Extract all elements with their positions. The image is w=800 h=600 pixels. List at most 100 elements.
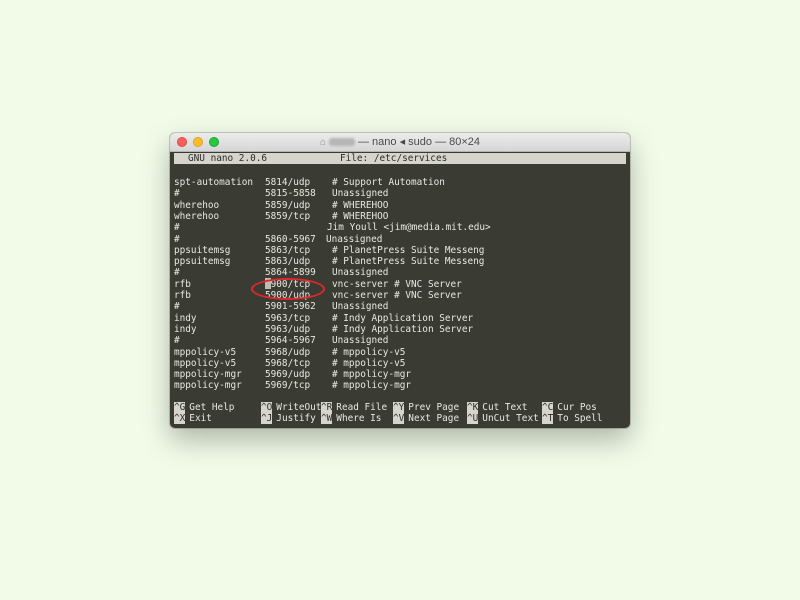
service-description: vnc-server # VNC Server	[332, 290, 462, 301]
file-line[interactable]: indy 5963/udp # Indy Application Server	[170, 324, 630, 335]
file-line[interactable]: ppsuitemsg 5863/udp # PlanetPress Suite Me…	[170, 256, 630, 267]
file-line[interactable]: mppolicy-v5 5968/tcp # mppolicy-v5	[170, 358, 630, 369]
shortcut-key: ^W	[321, 413, 333, 424]
file-line[interactable]: #5964-5967 Unassigned	[170, 335, 630, 346]
service-port: 5864-5899	[265, 267, 316, 279]
file-line[interactable]: wherehoo 5859/udp # WHEREHOO	[170, 200, 630, 211]
file-line[interactable]: rfb 5900/tcp vnc-server # VNC Server	[170, 279, 630, 290]
file-line[interactable]: spt-automation 5814/udp # Support Automati…	[170, 177, 630, 188]
service-name: mppolicy-v5	[174, 346, 237, 358]
service-name: #	[174, 188, 180, 200]
service-port: 5964-5967	[265, 335, 316, 347]
service-name: spt-automation	[174, 177, 254, 188]
service-port: 5863/udp	[265, 256, 311, 268]
service-port: 5968/tcp	[265, 357, 311, 369]
service-name: ppsuitemsg	[174, 244, 231, 256]
file-line[interactable]: mppolicy-v5 5968/udp # mppolicy-v5	[170, 347, 630, 358]
shortcut-item: ^C Cur Pos	[542, 402, 597, 413]
service-name: indy	[174, 323, 197, 335]
service-description: Unassigned	[326, 233, 383, 245]
service-description: Unassigned	[332, 267, 389, 279]
shortcut-item: ^U UnCut Text	[467, 413, 539, 424]
file-line[interactable]: # Jim Youll <jim@media.mit.edu>	[170, 222, 630, 233]
nano-header-bar: GNU nano 2.0.6 File: /etc/services	[174, 153, 626, 164]
service-description: # Indy Application Server	[332, 323, 474, 335]
terminal-window: ⌂ — nano ◂ sudo — 80×24 GNU nano 2.0.6 Fi…	[170, 133, 630, 428]
shortcut-key: ^G	[174, 402, 186, 413]
service-name: #	[174, 335, 180, 347]
shortcut-label: WriteOut	[276, 402, 322, 413]
shortcut-item: ^K Cut Text	[467, 402, 527, 413]
shortcut-label: To Spell	[557, 413, 603, 424]
service-description: # WHEREHOO	[332, 210, 389, 222]
shortcut-key: ^U	[467, 413, 479, 424]
service-port: 5859/tcp	[265, 210, 311, 222]
service-name: #	[174, 301, 180, 313]
shortcut-label: Justify	[276, 413, 316, 424]
service-name: rfb	[174, 290, 191, 301]
file-line[interactable]: mppolicy-mgr 5969/udp # mppolicy-mgr	[170, 369, 630, 380]
service-name: ppsuitemsg	[174, 256, 231, 268]
shortcut-key: ^O	[261, 402, 273, 413]
service-name: mppolicy-v5	[174, 357, 237, 369]
file-line[interactable]: mppolicy-mgr 5969/tcp # mppolicy-mgr	[170, 380, 630, 391]
service-description: Unassigned	[332, 335, 389, 347]
file-line[interactable]: #5864-5899 Unassigned	[170, 267, 630, 278]
service-description: # mppolicy-mgr	[332, 369, 412, 381]
service-port: 5963/tcp	[265, 312, 311, 324]
file-line[interactable]: #5901-5962 Unassigned	[170, 301, 630, 312]
service-name: #	[174, 222, 180, 234]
shortcut-key: ^C	[542, 402, 554, 413]
file-line[interactable]: rfb 5900/udp vnc-server # VNC Server	[170, 290, 630, 301]
service-port: 5969/udp	[265, 369, 311, 381]
nano-filename: File: /etc/services	[340, 153, 448, 164]
service-name: wherehoo	[174, 210, 220, 222]
shortcut-item: ^W Where Is	[321, 413, 381, 424]
file-line[interactable]: wherehoo 5859/tcp # WHEREHOO	[170, 211, 630, 222]
service-description: vnc-server # VNC Server	[332, 278, 462, 290]
service-name: #	[174, 267, 180, 279]
service-port: 5901-5962	[265, 301, 316, 313]
service-name: #	[174, 233, 180, 245]
shortcut-key: ^V	[393, 413, 405, 424]
home-folder-icon: ⌂	[319, 137, 326, 148]
window-title-text: — nano ◂ sudo — 80×24	[358, 136, 481, 148]
shortcut-key: ^J	[261, 413, 273, 424]
service-port: 5963/udp	[265, 323, 311, 335]
shortcut-label: UnCut Text	[482, 413, 539, 424]
shortcut-item: ^O WriteOut	[261, 402, 321, 413]
shortcut-key: ^K	[467, 402, 479, 413]
service-name: mppolicy-mgr	[174, 380, 242, 392]
file-line[interactable]: #5860-5967 Unassigned	[170, 234, 630, 245]
service-description: # Support Automation	[332, 177, 445, 188]
shortcut-item: ^R Read File	[321, 402, 387, 413]
shortcut-label: Cut Text	[482, 402, 528, 413]
file-line[interactable]: #5815-5858 Unassigned	[170, 188, 630, 199]
shortcut-key: ^T	[542, 413, 554, 424]
service-description: # WHEREHOO	[332, 199, 389, 211]
nano-version: GNU nano 2.0.6	[188, 153, 268, 164]
title-bar[interactable]: ⌂ — nano ◂ sudo — 80×24	[170, 133, 630, 152]
file-line[interactable]: indy 5963/tcp # Indy Application Server	[170, 313, 630, 324]
service-port: 5968/udp	[265, 346, 311, 358]
service-description: # Indy Application Server	[332, 312, 474, 324]
service-description: Jim Youll <jim@media.mit.edu>	[327, 222, 491, 234]
service-description: # mppolicy-mgr	[332, 380, 412, 392]
shortcut-key: ^X	[174, 413, 186, 424]
window-title: ⌂ — nano ◂ sudo — 80×24	[170, 133, 630, 151]
shortcut-label: Prev Page	[408, 402, 460, 413]
terminal-content[interactable]: GNU nano 2.0.6 File: /etc/services spt-a…	[170, 152, 630, 428]
service-description: # mppolicy-v5	[332, 357, 406, 369]
shortcut-key: ^Y	[393, 402, 405, 413]
file-line[interactable]: ppsuitemsg 5863/tcp # PlanetPress Suite Me…	[170, 245, 630, 256]
service-port: 5815-5858	[265, 188, 316, 200]
service-description: # PlanetPress Suite Messeng	[332, 256, 485, 268]
service-port: 5863/tcp	[265, 244, 311, 256]
shortcut-item: ^J Justify	[261, 413, 316, 424]
shortcut-label: Where Is	[336, 413, 382, 424]
shortcut-label: Read File	[336, 402, 388, 413]
service-port: 5969/tcp	[265, 380, 311, 392]
service-port: 5859/udp	[265, 199, 311, 211]
service-name: indy	[174, 312, 197, 324]
shortcut-item: ^X Exit	[174, 413, 212, 424]
